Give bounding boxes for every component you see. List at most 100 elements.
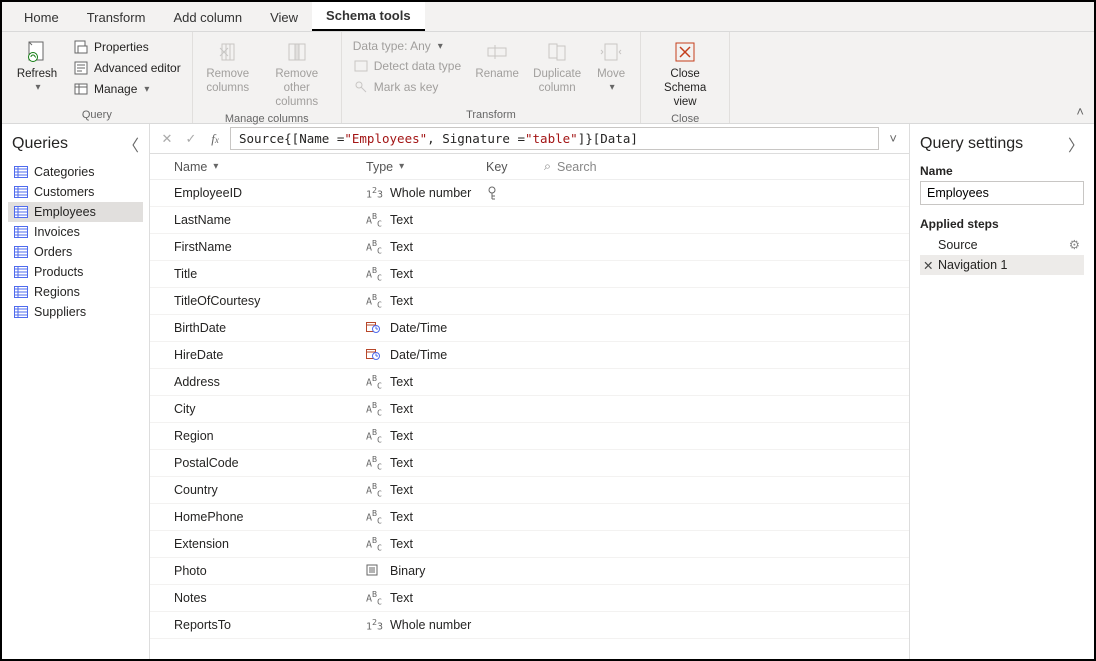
schema-field-name: Extension xyxy=(174,537,366,551)
text-type-icon: ABC xyxy=(366,454,384,471)
schema-field-name: Region xyxy=(174,429,366,443)
query-name-input[interactable] xyxy=(920,181,1084,205)
query-item-orders[interactable]: Orders xyxy=(8,242,143,262)
formula-token: Source{[Name = xyxy=(239,131,344,146)
schema-row[interactable]: TitleABCText xyxy=(150,261,909,288)
schema-row[interactable]: HomePhoneABCText xyxy=(150,504,909,531)
schema-field-type: Date/Time xyxy=(366,348,486,363)
schema-field-type: ABCText xyxy=(366,427,486,444)
column-header-type[interactable]: Type▾ xyxy=(366,160,486,174)
schema-row[interactable]: PostalCodeABCText xyxy=(150,450,909,477)
number-type-icon: 123 xyxy=(366,185,384,200)
chevron-down-icon: ▾ xyxy=(610,82,615,94)
schema-row[interactable]: PhotoBinary xyxy=(150,558,909,585)
table-icon xyxy=(14,266,28,278)
table-icon xyxy=(14,306,28,318)
header-type-label: Type xyxy=(366,160,393,174)
gear-icon[interactable]: ⚙ xyxy=(1069,237,1080,252)
applied-step[interactable]: Source⚙ xyxy=(920,234,1084,255)
rename-button: Rename xyxy=(470,36,524,84)
schema-row[interactable]: CountryABCText xyxy=(150,477,909,504)
text-type-icon: ABC xyxy=(366,373,384,390)
tab-schema-tools[interactable]: Schema tools xyxy=(312,2,425,31)
applied-step[interactable]: ✕Navigation 1 xyxy=(920,255,1084,275)
collapse-ribbon-button[interactable]: ˄ xyxy=(1076,104,1084,119)
schema-row[interactable]: TitleOfCourtesyABCText xyxy=(150,288,909,315)
schema-row[interactable]: ExtensionABCText xyxy=(150,531,909,558)
refresh-button[interactable]: Refresh ▾ xyxy=(10,36,64,96)
queries-pane: Queries 〈 CategoriesCustomersEmployeesIn… xyxy=(2,124,150,659)
tab-view[interactable]: View xyxy=(256,4,312,31)
close-schema-view-button[interactable]: Close Schema view xyxy=(649,36,721,111)
schema-row[interactable]: CityABCText xyxy=(150,396,909,423)
delete-step-icon[interactable]: ✕ xyxy=(923,258,933,273)
query-item-categories[interactable]: Categories xyxy=(8,162,143,182)
query-item-employees[interactable]: Employees xyxy=(8,202,143,222)
ribbon-group-transform: Data type: Any ▾ Detect data type Mark a… xyxy=(342,32,641,123)
table-icon xyxy=(14,186,28,198)
refresh-icon xyxy=(23,38,51,66)
collapse-right-icon[interactable]: 〉 xyxy=(1068,132,1084,156)
schema-field-name: FirstName xyxy=(174,240,366,254)
collapse-left-icon[interactable]: 〈 xyxy=(123,132,139,156)
formula-input[interactable]: Source{[Name = "Employees", Signature = … xyxy=(230,127,879,150)
tab-add-column[interactable]: Add column xyxy=(159,4,256,31)
ribbon-group-label-query: Query xyxy=(10,107,184,121)
schema-row[interactable]: NotesABCText xyxy=(150,585,909,612)
schema-field-name: EmployeeID xyxy=(174,186,366,200)
primary-key-icon xyxy=(486,186,498,200)
query-item-label: Orders xyxy=(34,245,72,259)
schema-field-name: TitleOfCourtesy xyxy=(174,294,366,308)
datetime-type-icon xyxy=(366,348,384,363)
schema-row[interactable]: HireDateDate/Time xyxy=(150,342,909,369)
query-item-label: Categories xyxy=(34,165,94,179)
schema-field-key xyxy=(486,186,544,200)
table-icon xyxy=(14,226,28,238)
data-type-button: Data type: Any ▾ xyxy=(350,38,464,54)
column-header-key: Key xyxy=(486,160,544,174)
schema-row[interactable]: AddressABCText xyxy=(150,369,909,396)
data-type-label: Data type: Any xyxy=(353,39,431,53)
fx-icon[interactable]: fx xyxy=(206,131,224,147)
schema-row[interactable]: BirthDateDate/Time xyxy=(150,315,909,342)
advanced-editor-button[interactable]: Advanced editor xyxy=(70,59,184,77)
query-item-customers[interactable]: Customers xyxy=(8,182,143,202)
schema-row[interactable]: LastNameABCText xyxy=(150,207,909,234)
schema-row[interactable]: EmployeeID123Whole number xyxy=(150,180,909,207)
cancel-formula-icon[interactable]: ✕ xyxy=(158,131,176,147)
schema-row[interactable]: ReportsTo123Whole number xyxy=(150,612,909,639)
number-type-icon: 123 xyxy=(366,617,384,632)
schema-column-headers: Name▾ Type▾ Key ⌕ Search xyxy=(150,154,909,180)
schema-search[interactable]: ⌕ Search xyxy=(544,159,909,174)
properties-button[interactable]: Properties xyxy=(70,38,184,56)
detect-label: Detect data type xyxy=(374,59,461,73)
column-header-name[interactable]: Name▾ xyxy=(174,160,366,174)
expand-formula-icon[interactable]: ˅ xyxy=(885,131,901,146)
query-settings-title: Query settings xyxy=(920,135,1023,153)
query-item-invoices[interactable]: Invoices xyxy=(8,222,143,242)
formula-bar: ✕ ✓ fx Source{[Name = "Employees", Signa… xyxy=(150,124,909,154)
commit-formula-icon[interactable]: ✓ xyxy=(182,131,200,147)
text-type-icon: ABC xyxy=(366,508,384,525)
datetime-type-icon xyxy=(366,321,384,336)
tab-home[interactable]: Home xyxy=(10,4,73,31)
manage-button[interactable]: Manage ▾ xyxy=(70,80,184,98)
schema-field-type: ABCText xyxy=(366,454,486,471)
schema-rows[interactable]: EmployeeID123Whole numberLastNameABCText… xyxy=(150,180,909,659)
ribbon-tabs: Home Transform Add column View Schema to… xyxy=(2,2,1094,32)
schema-field-name: Country xyxy=(174,483,366,497)
query-item-regions[interactable]: Regions xyxy=(8,282,143,302)
formula-token: "Employees" xyxy=(344,131,427,146)
schema-field-name: HireDate xyxy=(174,348,366,362)
table-icon xyxy=(14,206,28,218)
schema-row[interactable]: FirstNameABCText xyxy=(150,234,909,261)
query-item-suppliers[interactable]: Suppliers xyxy=(8,302,143,322)
tab-transform[interactable]: Transform xyxy=(73,4,160,31)
schema-field-name: PostalCode xyxy=(174,456,366,470)
chevron-down-icon: ▾ xyxy=(35,82,40,94)
query-item-label: Regions xyxy=(34,285,80,299)
schema-field-type: ABCText xyxy=(366,292,486,309)
query-item-products[interactable]: Products xyxy=(8,262,143,282)
schema-row[interactable]: RegionABCText xyxy=(150,423,909,450)
schema-field-type: ABCText xyxy=(366,211,486,228)
